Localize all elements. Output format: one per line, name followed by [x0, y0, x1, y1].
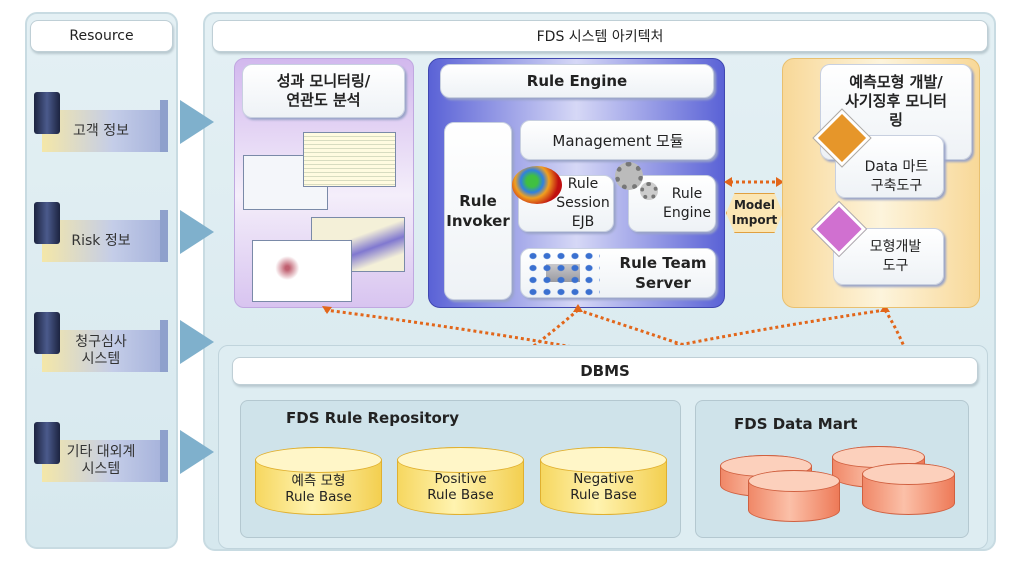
data-mart-title: FDS Data Mart — [734, 415, 858, 433]
dbms-title: DBMS — [232, 357, 978, 385]
arrowhead-icon — [724, 177, 732, 187]
rule-base-cylinder: Positive Rule Base — [397, 447, 524, 515]
model-import-badge: Model Import — [726, 193, 783, 233]
arrowhead-icon — [322, 306, 332, 314]
rule-base-label: 예측 모형 Rule Base — [285, 473, 352, 505]
rule-base-label: Positive Rule Base — [427, 471, 494, 503]
rule-base-label: Negative Rule Base — [570, 471, 637, 503]
data-mart-cylinder — [748, 470, 840, 522]
rule-base-cylinder: 예측 모형 Rule Base — [255, 447, 382, 515]
data-mart-cylinder — [862, 463, 955, 515]
arrowhead-icon — [573, 304, 583, 312]
rule-repository-title: FDS Rule Repository — [286, 409, 459, 427]
rule-base-cylinder: Negative Rule Base — [540, 447, 667, 515]
